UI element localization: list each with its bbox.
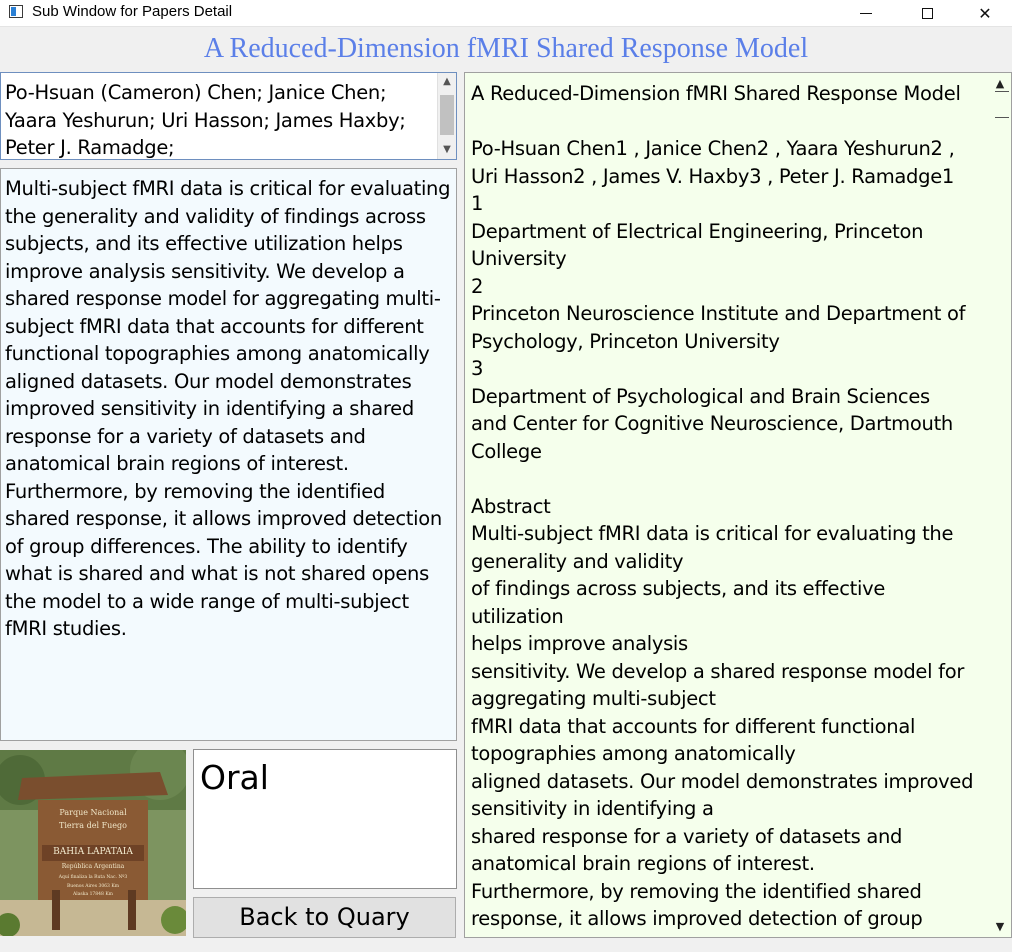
maximize-button[interactable]: [904, 0, 950, 26]
sign-text: Buenos Aires 3063 Km: [67, 883, 120, 889]
authors-text: Po-Hsuan (Cameron) Chen; Janice Chen; Ya…: [5, 81, 406, 159]
window-title: Sub Window for Papers Detail: [32, 3, 233, 20]
paper-image: Parque Nacional Tierra del Fuego BAHIA L…: [0, 750, 186, 936]
app-icon: [9, 5, 23, 18]
maximize-icon: [921, 7, 933, 19]
scroll-down-icon[interactable]: ▼: [993, 920, 1007, 933]
minimize-icon: [860, 12, 872, 14]
sign-text: Alaska 17848 Km: [72, 891, 114, 897]
sign-text: Aquí finaliza la Ruta Nac. Nº3: [58, 873, 128, 880]
sign-text: BAHIA LAPATAIA: [53, 847, 133, 857]
presentation-type: Oral: [200, 758, 269, 797]
window-titlebar: Sub Window for Papers Detail ✕: [0, 0, 1012, 27]
scroll-up-icon[interactable]: ▲: [993, 77, 1007, 90]
authors-scrollbar[interactable]: ▲ ▼: [437, 73, 456, 159]
presentation-type-box: Oral: [193, 749, 457, 889]
fulltext-scrollbar[interactable]: ▲ ▼: [989, 73, 1011, 937]
scroll-thumb[interactable]: [440, 95, 454, 135]
fulltext-text: A Reduced-Dimension fMRI Shared Response…: [471, 82, 974, 937]
back-to-query-button[interactable]: Back to Quary: [193, 897, 456, 938]
close-button[interactable]: ✕: [962, 0, 1008, 26]
sign-text: Tierra del Fuego: [59, 821, 127, 830]
scroll-track-mark: [995, 91, 1009, 92]
sign-text: República Argentina: [62, 863, 125, 870]
scroll-up-icon[interactable]: ▲: [438, 73, 456, 91]
close-icon: ✕: [978, 3, 992, 23]
minimize-button[interactable]: [843, 0, 889, 26]
paper-title: A Reduced-Dimension fMRI Shared Response…: [203, 33, 809, 64]
scroll-thumb[interactable]: [995, 117, 1009, 118]
scroll-down-icon[interactable]: ▼: [438, 141, 456, 159]
abstract-textbox[interactable]: Multi-subject fMRI data is critical for …: [0, 168, 457, 741]
abstract-text: Multi-subject fMRI data is critical for …: [5, 177, 451, 640]
sign-text: Parque Nacional: [59, 808, 127, 817]
authors-textbox[interactable]: Po-Hsuan (Cameron) Chen; Janice Chen; Ya…: [0, 72, 457, 160]
fulltext-textbox[interactable]: A Reduced-Dimension fMRI Shared Response…: [464, 72, 1012, 938]
